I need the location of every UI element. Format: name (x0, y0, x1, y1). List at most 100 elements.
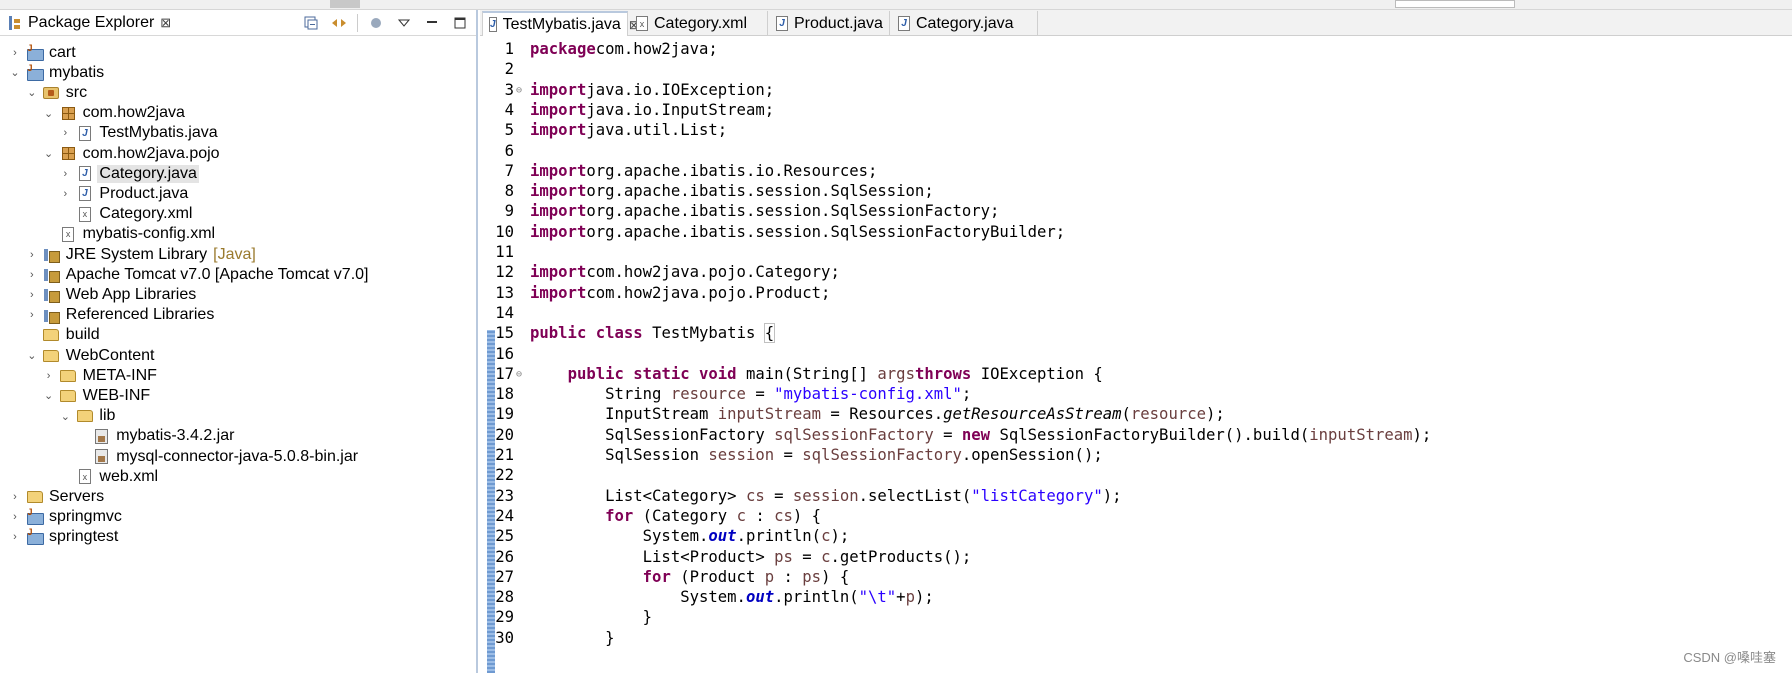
editor-tab[interactable]: x Category.xml (630, 11, 768, 36)
code-token: = Resources. (821, 405, 944, 424)
line-number: 9 (504, 202, 514, 221)
code-line: 12 importcom.how2java.pojo.Category; (480, 262, 1792, 283)
code-token: IOException { (971, 364, 1103, 383)
keyword: import (530, 202, 587, 221)
chevron-right-icon[interactable]: › (42, 369, 56, 383)
tree-item-label: com.how2java.pojo (82, 144, 220, 162)
chevron-down-icon[interactable]: ⌄ (25, 349, 39, 363)
tree-item[interactable]: › springtest (8, 526, 120, 549)
code-token: .println( (774, 588, 859, 607)
chevron-down-icon[interactable]: ⌄ (25, 86, 39, 100)
maximize-icon[interactable] (450, 13, 470, 33)
minimize-icon[interactable] (422, 13, 442, 33)
chevron-right-icon[interactable]: › (58, 167, 72, 181)
keyword: package (530, 40, 596, 58)
code-token: + (896, 588, 906, 607)
variable: p (764, 567, 775, 586)
chevron-down-icon[interactable]: ⌄ (42, 389, 56, 403)
link-with-editor-icon[interactable] (329, 13, 349, 33)
tree-item-label: mybatis-3.4.2.jar (116, 427, 235, 445)
code-token: ); (1206, 405, 1225, 424)
line-number: 6 (504, 141, 514, 160)
variable: c (736, 506, 746, 525)
code-line: 21 SqlSession session = sqlSessionFactor… (480, 445, 1792, 466)
keyword: import (530, 283, 587, 302)
chevron-down-icon[interactable]: ⌄ (42, 106, 56, 120)
code-token: { (763, 323, 776, 344)
code-token: ) { (821, 567, 850, 586)
code-line: 25 System.out.println(c); (480, 526, 1792, 547)
focus-icon[interactable] (366, 13, 386, 33)
view-menu-icon[interactable] (394, 13, 414, 33)
chevron-right-icon[interactable]: › (25, 248, 39, 262)
chevron-right-icon[interactable]: › (8, 530, 22, 544)
variable: sqlSessionFactory (774, 425, 934, 444)
editor-tab-label: Category.xml (654, 14, 748, 32)
line-number: 8 (504, 182, 514, 201)
editor-tab[interactable]: J TestMybatis.java ⊠ (482, 11, 639, 36)
keyword: for (605, 506, 634, 525)
package-explorer-icon (6, 15, 23, 32)
static-field: out (745, 588, 775, 607)
code-token: List<Category> (530, 486, 746, 505)
chevron-down-icon[interactable]: ⌄ (58, 409, 72, 423)
chevron-down-icon[interactable]: ⌄ (42, 147, 56, 161)
package-explorer-title: Package Explorer (28, 14, 155, 31)
code-token: } (530, 628, 615, 647)
chevron-right-icon[interactable]: › (25, 268, 39, 282)
line-number: 13 (495, 283, 514, 302)
keyword: import (530, 161, 587, 180)
chevron-right-icon[interactable]: › (8, 46, 22, 60)
close-icon[interactable]: ⊠ (160, 15, 171, 31)
editor-tab[interactable]: J Category.java (892, 11, 1038, 36)
folder-icon (43, 347, 60, 364)
java-file-icon: J (776, 16, 788, 31)
code-token: InputStream (530, 405, 718, 424)
keyword: import (530, 100, 587, 119)
folder-icon (60, 367, 77, 384)
line-number: 4 (504, 100, 514, 119)
keyword: static (623, 364, 690, 383)
code-token: org.apache.ibatis.session.SqlSession; (586, 182, 934, 201)
variable: inputStream (1309, 425, 1413, 444)
chevron-right-icon[interactable]: › (58, 126, 72, 140)
fold-collapse-icon[interactable]: ⊖ (516, 364, 522, 385)
line-number: 12 (495, 263, 514, 282)
code-token: } (530, 608, 653, 627)
chevron-down-icon[interactable]: ⌄ (8, 66, 22, 80)
variable: session (792, 486, 859, 505)
line-number: 1 (504, 40, 514, 58)
chevron-right-icon[interactable]: › (8, 510, 22, 524)
project-icon (26, 43, 44, 61)
fold-collapse-icon[interactable]: ⊖ (516, 80, 522, 101)
code-token: ); (1412, 425, 1432, 444)
chevron-right-icon[interactable]: › (25, 308, 39, 322)
package-explorer-tab[interactable]: Package Explorer ⊠ (0, 10, 177, 36)
editor-tab[interactable]: J Product.java (770, 11, 890, 36)
tree-item-label: Category.xml (99, 205, 193, 223)
collapse-all-icon[interactable] (301, 13, 321, 33)
variable: session (708, 446, 775, 464)
code-line: 28 System.out.println("\t"+p); (480, 587, 1792, 608)
code-editor[interactable]: 1 packagecom.how2java; 2 3 ⊖ importjava.io.IO… (480, 37, 1792, 673)
keyword: new (961, 425, 991, 444)
chevron-right-icon[interactable]: › (58, 187, 72, 201)
chevron-right-icon[interactable]: › (8, 490, 22, 504)
line-number: 20 (495, 425, 514, 444)
code-line: 8 importorg.apache.ibatis.session.SqlSess… (480, 181, 1792, 202)
toolbar-button[interactable] (330, 0, 360, 8)
code-line: 18 String resource = "mybatis-config.xml… (480, 384, 1792, 405)
code-token: java.io.IOException; (586, 80, 775, 99)
code-token: main(String[] (736, 364, 878, 383)
toolbar-separator (357, 14, 358, 32)
code-token: .println( (736, 527, 822, 546)
quick-access-field[interactable] (1395, 0, 1515, 8)
chevron-right-icon[interactable]: › (25, 288, 39, 302)
line-number: 16 (495, 344, 514, 363)
jar-icon (93, 448, 110, 465)
code-line: 11 (480, 242, 1792, 263)
